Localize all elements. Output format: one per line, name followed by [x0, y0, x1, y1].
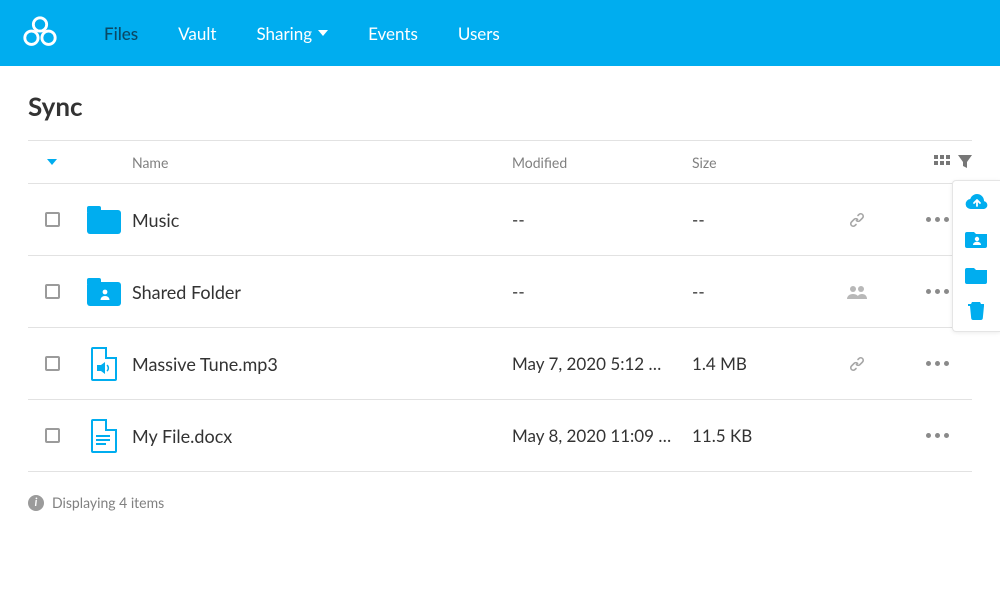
nav-files-label: Files: [104, 23, 138, 44]
top-navbar: Files Vault Sharing Events Users: [0, 0, 1000, 66]
info-icon: i: [28, 495, 44, 511]
folder-icon: [965, 264, 989, 284]
row-menu-button[interactable]: [902, 361, 972, 366]
shared-with-button[interactable]: [812, 284, 902, 300]
row-checkbox[interactable]: [45, 212, 60, 227]
grid-view-button[interactable]: [934, 155, 950, 169]
column-name[interactable]: Name: [132, 154, 512, 171]
audio-file-icon: [91, 347, 117, 381]
sort-desc-icon: [47, 159, 57, 165]
row-checkbox[interactable]: [45, 284, 60, 299]
table-row[interactable]: Shared Folder -- --: [28, 256, 972, 328]
table-row[interactable]: My File.docx May 8, 2020 11:09 … 11.5 KB: [28, 400, 972, 472]
table-header: Name Modified Size: [28, 140, 972, 184]
status-text: Displaying 4 items: [52, 494, 164, 511]
nav-files[interactable]: Files: [84, 0, 158, 66]
page-body: Sync Name Modified Size Music -- --: [0, 66, 1000, 511]
row-name[interactable]: My File.docx: [132, 425, 512, 447]
trash-button[interactable]: [963, 299, 991, 321]
chevron-down-icon: [318, 30, 328, 36]
row-name[interactable]: Shared Folder: [132, 281, 512, 303]
row-name[interactable]: Massive Tune.mp3: [132, 353, 512, 375]
nav-sharing[interactable]: Sharing: [236, 0, 348, 66]
more-icon: [926, 361, 949, 366]
people-icon: [846, 284, 868, 300]
sort-indicator[interactable]: [28, 159, 76, 165]
share-link-button[interactable]: [812, 354, 902, 374]
table-row[interactable]: Massive Tune.mp3 May 7, 2020 5:12 … 1.4 …: [28, 328, 972, 400]
row-modified: --: [512, 209, 692, 230]
nav-users-label: Users: [458, 23, 500, 44]
folder-icon: [87, 206, 121, 234]
row-name[interactable]: Music: [132, 209, 512, 231]
more-icon: [926, 289, 949, 294]
more-icon: [926, 217, 949, 222]
status-bar: i Displaying 4 items: [28, 494, 972, 511]
shared-folder-icon: [87, 278, 121, 306]
row-modified: May 7, 2020 5:12 …: [512, 353, 692, 374]
upload-button[interactable]: [963, 191, 991, 213]
filter-button[interactable]: [958, 155, 972, 169]
nav-sharing-label: Sharing: [256, 23, 312, 44]
new-folder-button[interactable]: [963, 263, 991, 285]
row-checkbox[interactable]: [45, 356, 60, 371]
sync-logo-icon: [21, 14, 59, 52]
row-modified: --: [512, 281, 692, 302]
more-icon: [926, 433, 949, 438]
nav-vault[interactable]: Vault: [158, 0, 236, 66]
grid-icon: [934, 155, 950, 169]
row-menu-button[interactable]: [902, 433, 972, 438]
share-link-button[interactable]: [812, 210, 902, 230]
file-type-icon: [76, 419, 132, 453]
link-icon: [847, 210, 867, 230]
quick-actions-panel: [952, 180, 1000, 332]
file-type-icon: [76, 278, 132, 306]
file-type-icon: [76, 206, 132, 234]
row-size: 1.4 MB: [692, 353, 812, 374]
nav-events-label: Events: [368, 23, 418, 44]
row-modified: May 8, 2020 11:09 …: [512, 425, 692, 446]
row-checkbox[interactable]: [45, 428, 60, 443]
shared-folder-icon: [965, 228, 989, 248]
file-type-icon: [76, 347, 132, 381]
nav-users[interactable]: Users: [438, 0, 520, 66]
add-shared-folder-button[interactable]: [963, 227, 991, 249]
row-size: 11.5 KB: [692, 425, 812, 446]
page-title: Sync: [28, 90, 972, 122]
table-row[interactable]: Music -- --: [28, 184, 972, 256]
nav-vault-label: Vault: [178, 23, 216, 44]
filter-icon: [958, 155, 972, 169]
cloud-upload-icon: [965, 193, 989, 211]
trash-icon: [968, 300, 986, 320]
brand-logo[interactable]: [20, 13, 60, 53]
row-size: --: [692, 209, 812, 230]
row-size: --: [692, 281, 812, 302]
column-size[interactable]: Size: [692, 154, 812, 171]
link-icon: [847, 354, 867, 374]
document-file-icon: [91, 419, 117, 453]
column-modified[interactable]: Modified: [512, 154, 692, 171]
nav-events[interactable]: Events: [348, 0, 438, 66]
